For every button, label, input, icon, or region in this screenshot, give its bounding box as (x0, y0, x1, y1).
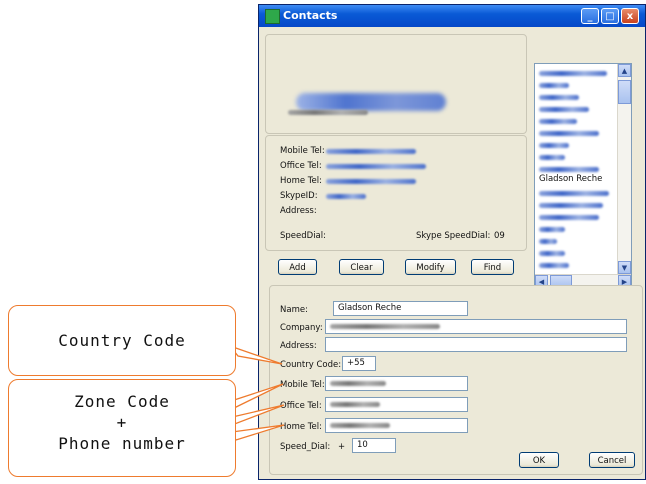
zone-code-line1: Zone Code (74, 392, 170, 411)
office-leader (227, 404, 285, 426)
zone-code-callout: Zone Code + Phone number (8, 379, 236, 477)
country-code-leader (228, 344, 283, 365)
zone-code-line2: + (116, 413, 128, 432)
country-code-callout: Country Code (8, 305, 236, 376)
zone-code-line3: Phone number (58, 434, 186, 453)
home-leader (231, 424, 285, 441)
